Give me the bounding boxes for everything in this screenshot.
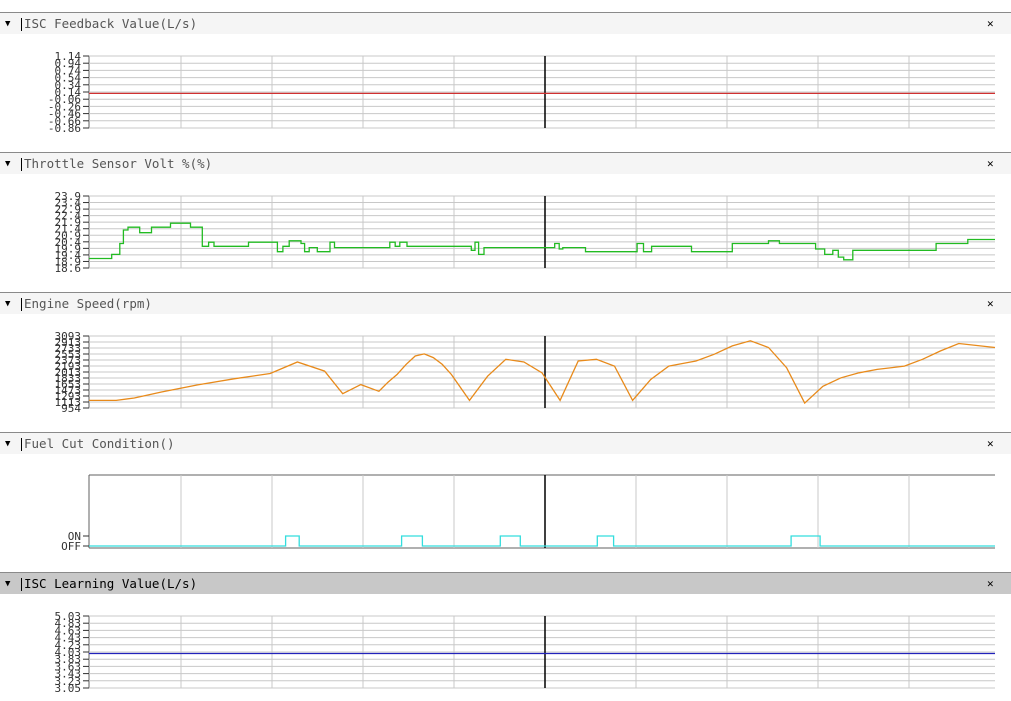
graph-svg[interactable]: ONOFF — [0, 454, 1011, 572]
close-icon[interactable]: ✕ — [987, 433, 999, 454]
graph-plot-area[interactable]: 5.03 4.83 4.63 4.43 4.23 4.03 3.83 3.63 3.43 3.23… — [0, 594, 1011, 701]
graph-panel-isc-learning: ▼ ISC Learning Value(L/s) ✕ 5.03 4.83 4.63 4.4… — [0, 572, 1011, 701]
y-tick-label: 3.05 — [55, 682, 82, 695]
graph-header[interactable]: ▼ ISC Learning Value(L/s) ✕ — [0, 572, 1011, 594]
graph-header[interactable]: ▼ Engine Speed(rpm) ✕ — [0, 292, 1011, 314]
close-icon[interactable]: ✕ — [987, 13, 999, 34]
series-line — [89, 535, 995, 547]
y-axis-ticks: 23.923.422.922.421.921.420.920.419.919.4… — [55, 190, 82, 275]
collapse-arrow-icon[interactable]: ▼ — [5, 294, 22, 314]
graph-svg[interactable]: 1.140.940.740.540.340.14-0.06-0.26-0.46-… — [0, 34, 1011, 152]
graph-header[interactable]: ▼ Fuel Cut Condition() ✕ — [0, 432, 1011, 454]
graph-plot-area[interactable]: ON OFF — [0, 454, 1011, 572]
graph-plot-area[interactable]: 3093 2913 2733 2553 2373 2193 2013 1833 1653 1473… — [0, 314, 1011, 432]
graph-panel-fuel-cut: ▼ Fuel Cut Condition() ✕ ON OFF — [0, 432, 1011, 572]
y-tick-label: -0.86 — [48, 122, 81, 135]
graph-title: ISC Learning Value(L/s) — [24, 576, 198, 591]
close-icon[interactable]: ✕ — [987, 153, 999, 174]
y-axis-ticks: 5.034.834.634.434.234.033.833.633.433.23… — [55, 610, 82, 695]
graph-title: ISC Feedback Value(L/s) — [24, 16, 198, 31]
y-tick-label: OFF — [61, 540, 81, 553]
collapse-arrow-icon[interactable]: ▼ — [5, 154, 22, 174]
graph-svg[interactable]: 3093291327332553237321932013183316531473… — [0, 314, 1011, 432]
y-tick-label: 18.6 — [55, 262, 82, 275]
close-icon[interactable]: ✕ — [987, 573, 999, 594]
close-icon[interactable]: ✕ — [987, 293, 999, 314]
graph-panel-isc-feedback: ▼ ISC Feedback Value(L/s) ✕ 1.14 0.94 0.74 0.5… — [0, 12, 1011, 152]
y-axis-ticks: 1.140.940.740.540.340.14-0.06-0.26-0.46-… — [48, 50, 81, 135]
graph-plot-area[interactable]: 1.14 0.94 0.74 0.54 0.34 0.14 -0.06 -0.26 -0.46-… — [0, 34, 1011, 152]
y-axis-ticks: ONOFF — [61, 530, 81, 553]
graph-title: Engine Speed(rpm) — [24, 296, 152, 311]
y-axis-ticks: 3093291327332553237321932013183316531473… — [55, 330, 82, 415]
graph-title: Fuel Cut Condition() — [24, 436, 175, 451]
graph-plot-area[interactable]: 23.9 23.4 22.9 22.4 21.9 21.4 20.9 20.4 19.9 19.4… — [0, 174, 1011, 292]
collapse-arrow-icon[interactable]: ▼ — [5, 574, 22, 594]
graph-header[interactable]: ▼ Throttle Sensor Volt %(%) ✕ — [0, 152, 1011, 174]
graph-svg[interactable]: 5.034.834.634.434.234.033.833.633.433.23… — [0, 594, 1011, 701]
graph-panel-engine-speed: ▼ Engine Speed(rpm) ✕ 3093 2913 2733 2553 2373 2… — [0, 292, 1011, 432]
graph-title: Throttle Sensor Volt %(%) — [24, 156, 213, 171]
y-tick-label: 954 — [61, 402, 81, 415]
graph-header[interactable]: ▼ ISC Feedback Value(L/s) ✕ — [0, 12, 1011, 34]
graph-panel-throttle-sensor: ▼ Throttle Sensor Volt %(%) ✕ 23.9 23.4 22.9 2… — [0, 152, 1011, 292]
collapse-arrow-icon[interactable]: ▼ — [5, 434, 22, 454]
graph-svg[interactable]: 23.923.422.922.421.921.420.920.419.919.4… — [0, 174, 1011, 292]
collapse-arrow-icon[interactable]: ▼ — [5, 14, 22, 34]
